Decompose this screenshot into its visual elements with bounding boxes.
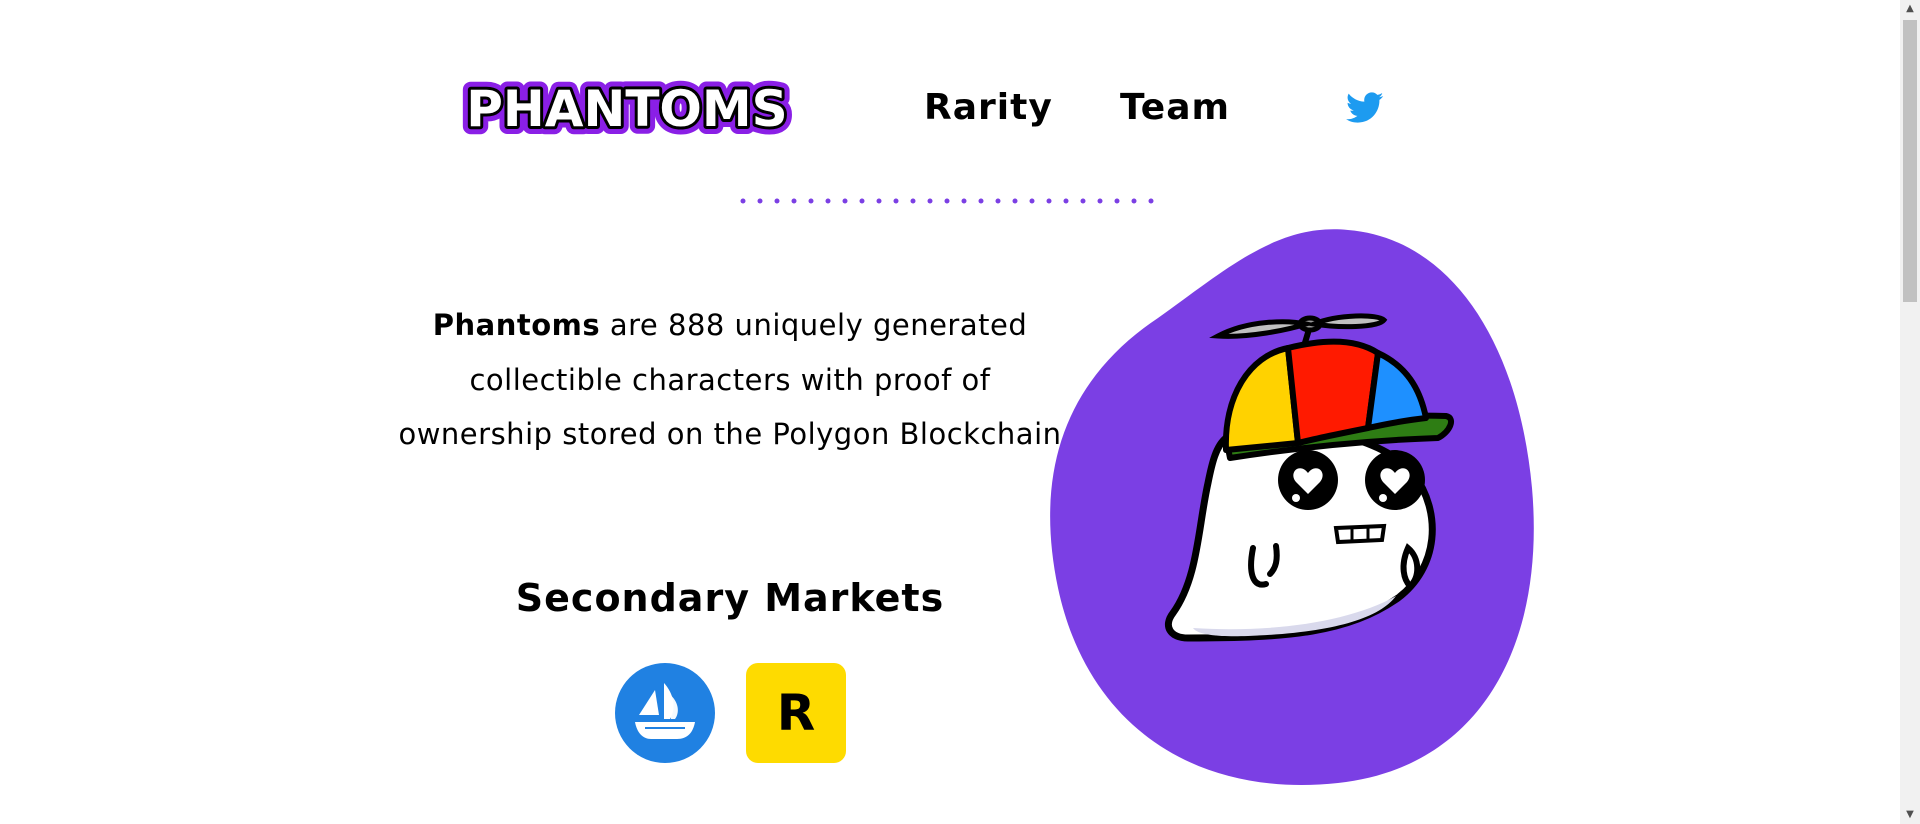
divider-dot <box>978 198 984 204</box>
scroll-thumb[interactable] <box>1903 20 1917 302</box>
divider-dot <box>1114 198 1120 204</box>
divider-dot <box>1012 198 1018 204</box>
divider-dot <box>995 198 1001 204</box>
divider-dot <box>774 198 780 204</box>
divider-dot <box>808 198 814 204</box>
divider-dot <box>944 198 950 204</box>
logo-text: PHANTOMS <box>466 80 787 138</box>
intro-text: Phantoms are 888 uniquely generated coll… <box>390 298 1070 462</box>
scroll-down-arrow-icon[interactable]: ▼ <box>1900 806 1920 824</box>
divider-dot <box>1131 198 1137 204</box>
divider-dot <box>740 198 746 204</box>
twitter-bird-icon[interactable] <box>1346 92 1384 124</box>
phantoms-logo[interactable]: PHANTOMS PHANTOMS <box>452 76 802 144</box>
intro-brand: Phantoms <box>432 308 601 342</box>
divider-dot <box>791 198 797 204</box>
dotted-divider <box>740 198 1154 204</box>
vertical-scrollbar[interactable]: ▲ ▼ <box>1900 0 1920 824</box>
divider-dot <box>1046 198 1052 204</box>
divider-dot <box>825 198 831 204</box>
divider-dot <box>961 198 967 204</box>
rarible-icon[interactable]: R <box>746 663 846 763</box>
page: PHANTOMS PHANTOMS Rarity Team Phantoms a… <box>0 0 1920 824</box>
nav-team-link[interactable]: Team <box>1120 86 1230 130</box>
divider-dot <box>927 198 933 204</box>
divider-dot <box>893 198 899 204</box>
divider-dot <box>859 198 865 204</box>
secondary-markets-heading: Secondary Markets <box>515 576 945 620</box>
nav-rarity-link[interactable]: Rarity <box>924 86 1053 130</box>
divider-dot <box>1029 198 1035 204</box>
divider-dot <box>842 198 848 204</box>
divider-dot <box>1097 198 1103 204</box>
divider-dot <box>1080 198 1086 204</box>
divider-dot <box>1063 198 1069 204</box>
rarible-letter: R <box>777 684 816 742</box>
divider-dot <box>910 198 916 204</box>
scroll-up-arrow-icon[interactable]: ▲ <box>1900 0 1920 18</box>
divider-dot <box>757 198 763 204</box>
divider-dot <box>876 198 882 204</box>
opensea-icon[interactable] <box>615 663 715 763</box>
phantom-ghost-illustration <box>1050 229 1534 785</box>
divider-dot <box>1148 198 1154 204</box>
